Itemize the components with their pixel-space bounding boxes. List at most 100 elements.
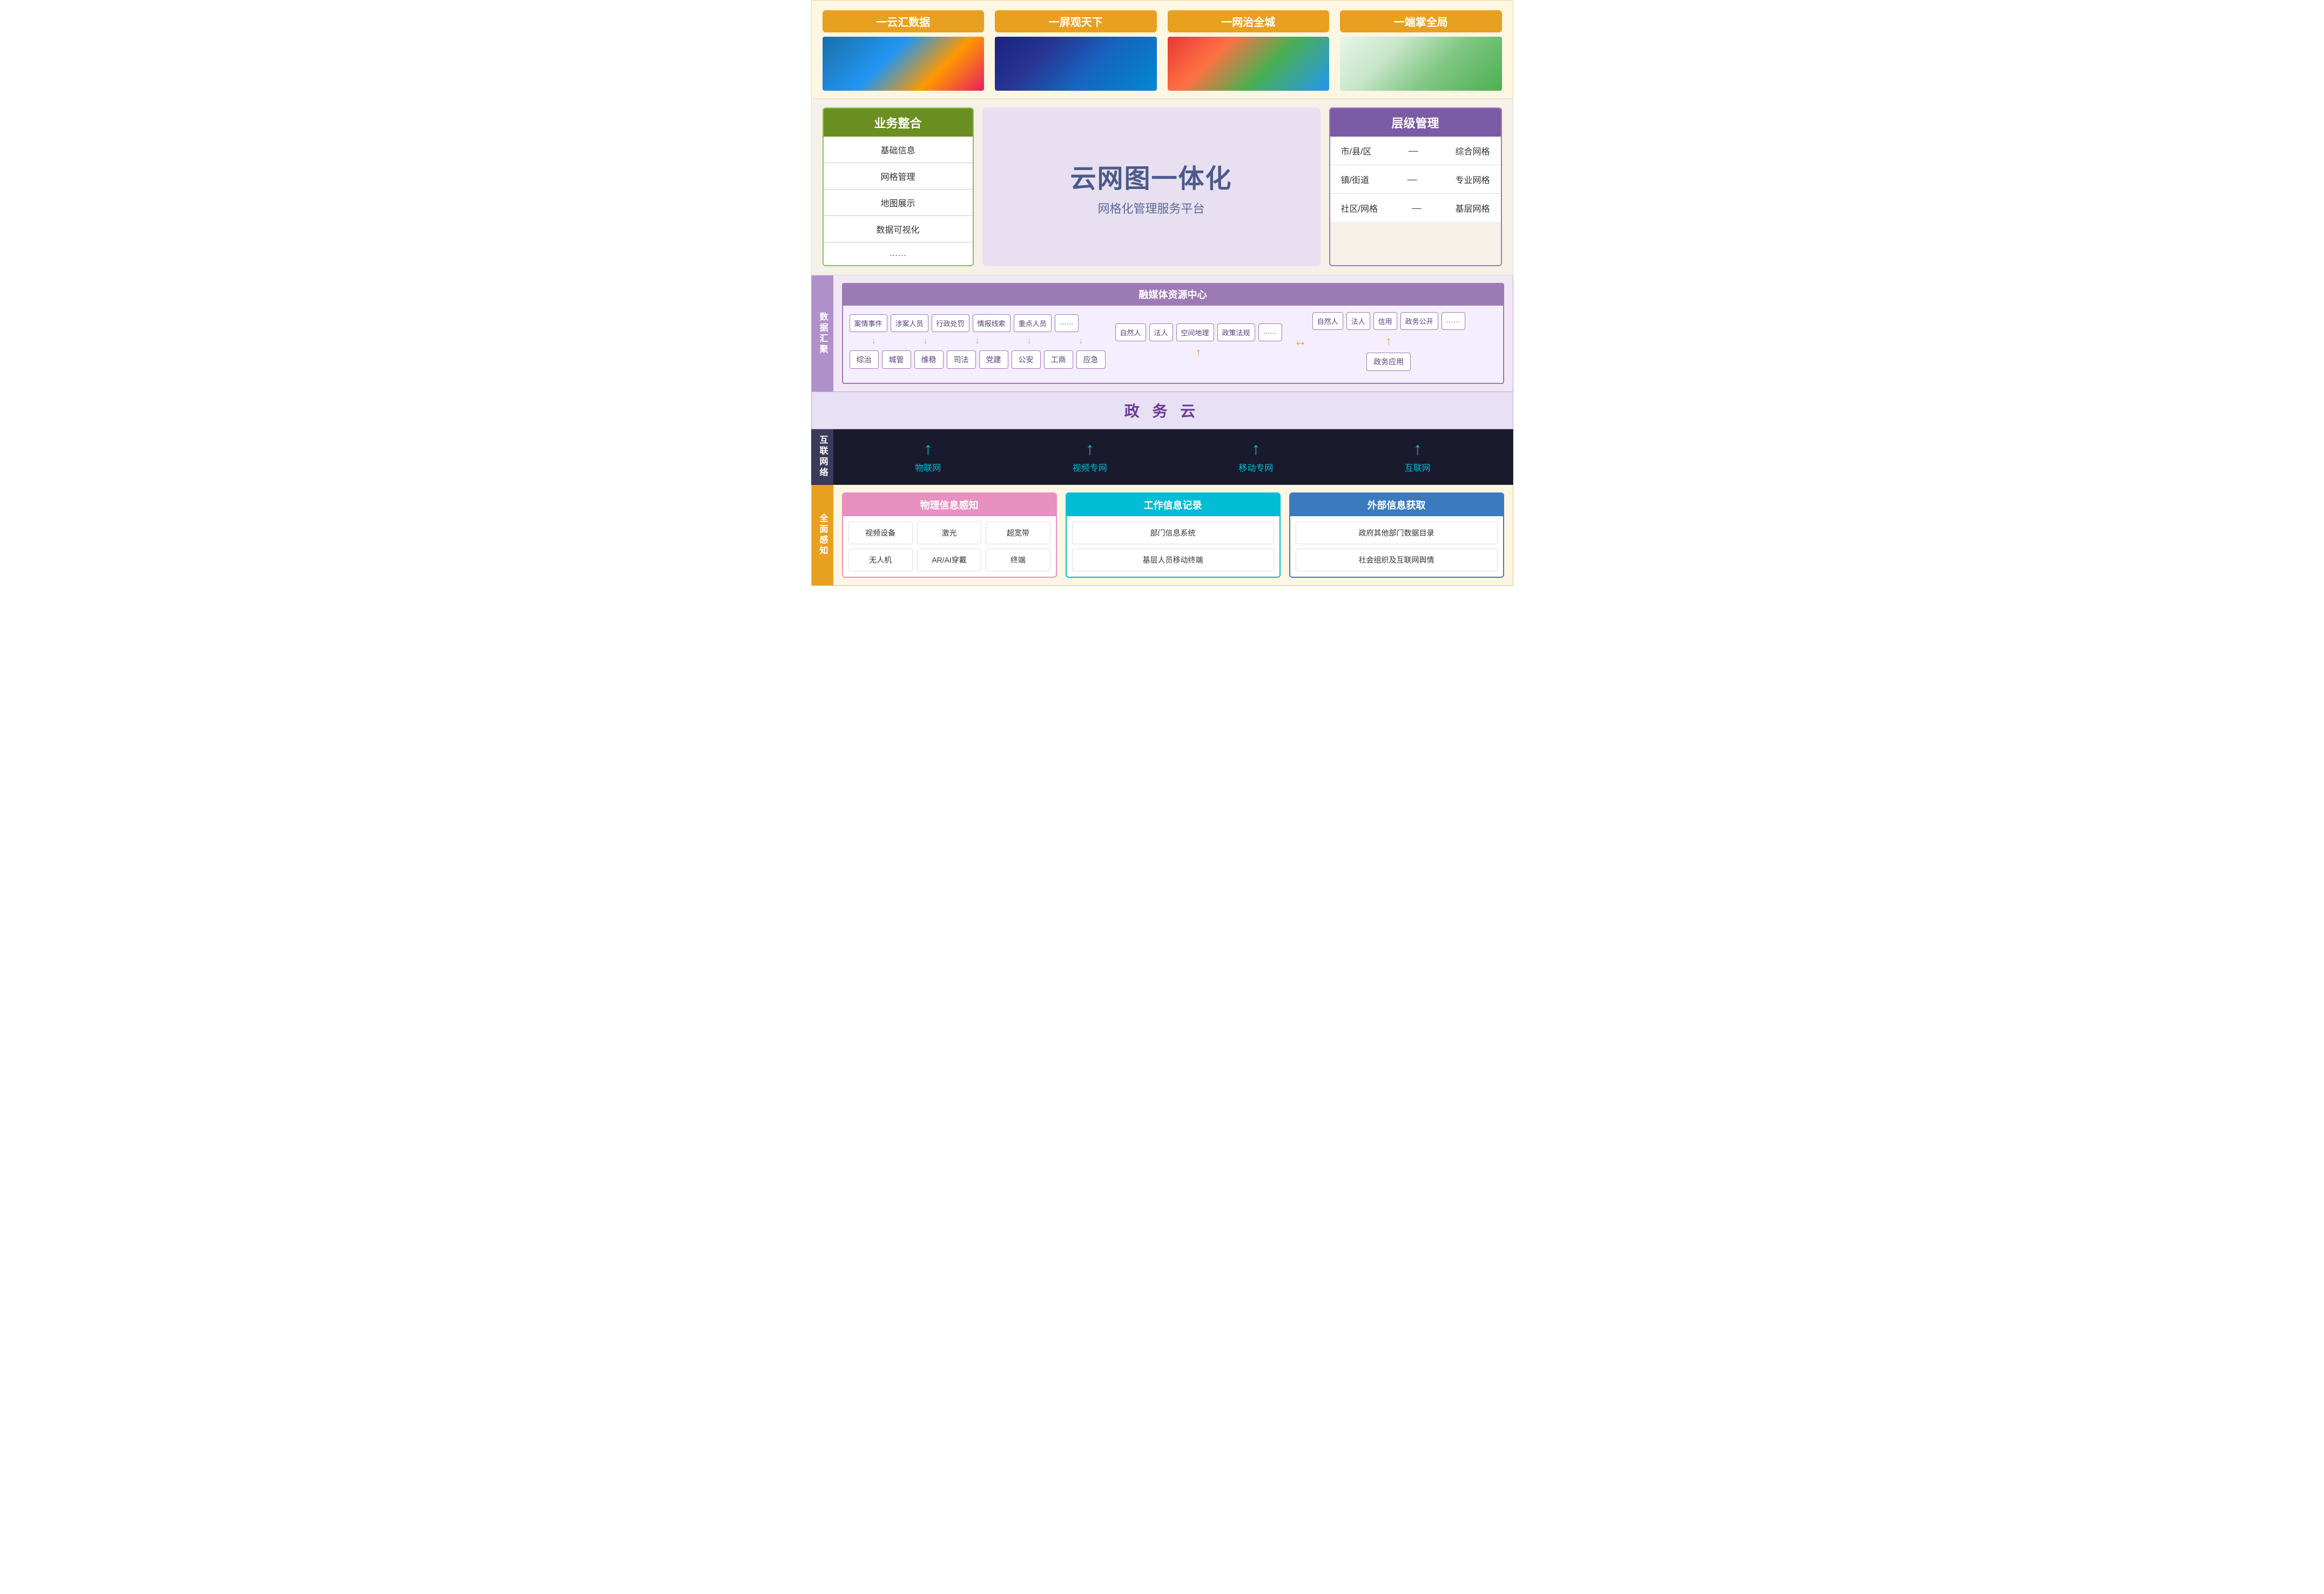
external-panel-header: 外部信息获取 bbox=[1290, 494, 1503, 516]
physical-cell-5: 终端 bbox=[986, 549, 1050, 571]
left-tag-5: …… bbox=[1055, 314, 1079, 332]
top-card-1: 一屏观天下 bbox=[995, 10, 1157, 91]
gov-cloud-title: 政 务 云 bbox=[812, 400, 1513, 421]
work-panel-header: 工作信息记录 bbox=[1067, 494, 1279, 516]
center-subtitle: 网格化管理服务平台 bbox=[1097, 199, 1204, 217]
biz-item-4: …… bbox=[824, 242, 973, 265]
middle-section: 业务整合 基础信息网格管理地图展示数据可视化…… 云网图一体化 网格化管理服务平… bbox=[811, 99, 1513, 275]
mid-tag-2: 空间地理 bbox=[1176, 323, 1214, 341]
biz-panel: 业务整合 基础信息网格管理地图展示数据可视化…… bbox=[823, 107, 974, 266]
mid-tag-4: …… bbox=[1258, 323, 1282, 341]
bottom-left-tag-3: 司法 bbox=[947, 350, 976, 369]
physical-cell-1: 激光 bbox=[917, 522, 981, 544]
network-item-1: ↑ 视频专网 bbox=[1073, 440, 1107, 474]
mid-tag-3: 政策法规 bbox=[1217, 323, 1255, 341]
mid-tag-1: 法人 bbox=[1149, 323, 1173, 341]
network-label-3: 互联网 bbox=[1405, 461, 1431, 474]
biz-item-0: 基础信息 bbox=[824, 137, 973, 163]
mid-tag-0: 自然人 bbox=[1115, 323, 1146, 341]
level-panel-header: 层级管理 bbox=[1330, 109, 1501, 137]
network-label-vertical: 互联网络 bbox=[812, 429, 833, 484]
bottom-left-tag-1: 城管 bbox=[882, 350, 911, 369]
physical-cell-4: AR/AI穿戴 bbox=[917, 549, 981, 571]
center-panel: 云网图一体化 网格化管理服务平台 bbox=[982, 107, 1321, 266]
work-item-0: 部门信息系统 bbox=[1072, 522, 1274, 544]
level-right-1: 专业网格 bbox=[1455, 173, 1490, 186]
physical-panel-body: 视频设备激光超宽带无人机AR/AI穿戴终端 bbox=[843, 516, 1056, 577]
physical-cell-3: 无人机 bbox=[848, 549, 913, 571]
bottom-left-tag-4: 党建 bbox=[979, 350, 1008, 369]
media-mid-group: 自然人法人空间地理政策法规…… ↑ bbox=[1109, 323, 1289, 360]
bottom-right-tag-0: 政务应用 bbox=[1366, 353, 1411, 371]
perception-section: 全面感知 物理信息感知 视频设备激光超宽带无人机AR/AI穿戴终端 工作信息记录… bbox=[811, 485, 1513, 586]
physical-panel: 物理信息感知 视频设备激光超宽带无人机AR/AI穿戴终端 bbox=[842, 492, 1057, 578]
bottom-left-tag-6: 工商 bbox=[1044, 350, 1073, 369]
top-card-label-1: 一屏观天下 bbox=[995, 10, 1157, 32]
network-item-0: ↑ 物联网 bbox=[915, 440, 941, 474]
media-tags-row: 案情事件涉案人员行政处罚情报线索重点人员……↓↓↓↓↓综治城管维稳司法党建公安工… bbox=[850, 312, 1497, 371]
arrow-down-left-0: ↓ bbox=[850, 336, 898, 346]
physical-cell-0: 视频设备 bbox=[848, 522, 913, 544]
left-tag-0: 案情事件 bbox=[850, 314, 887, 332]
external-panel-body: 政府其他部门数据目录社会组织及互联网舆情 bbox=[1290, 516, 1503, 577]
arrow-down-left-3: ↓ bbox=[1005, 336, 1054, 346]
network-arrow-up-3: ↑ bbox=[1413, 440, 1422, 457]
bottom-left-tag-0: 综治 bbox=[850, 350, 879, 369]
right-tag-3: 政务公开 bbox=[1400, 312, 1438, 330]
top-card-3: 一端掌全局 bbox=[1340, 10, 1502, 91]
physical-grid: 视频设备激光超宽带无人机AR/AI穿戴终端 bbox=[848, 522, 1050, 571]
perception-label-vertical: 全面感知 bbox=[812, 485, 833, 585]
media-center: 融媒体资源中心 案情事件涉案人员行政处罚情报线索重点人员……↓↓↓↓↓综治城管维… bbox=[842, 283, 1504, 384]
work-panel-body: 部门信息系统基层人员移动终端 bbox=[1067, 516, 1279, 577]
left-tag-4: 重点人员 bbox=[1014, 314, 1052, 332]
work-panel: 工作信息记录 部门信息系统基层人员移动终端 bbox=[1066, 492, 1281, 578]
external-item-0: 政府其他部门数据目录 bbox=[1296, 522, 1498, 544]
physical-panel-header: 物理信息感知 bbox=[843, 494, 1056, 516]
top-section: 一云汇数据 一屏观天下 一网治全城 一端掌全局 bbox=[811, 0, 1513, 99]
right-tag-2: 信用 bbox=[1373, 312, 1397, 330]
media-center-header: 融媒体资源中心 bbox=[842, 283, 1504, 306]
media-mid-arrow: ↑ bbox=[1115, 346, 1282, 360]
data-label-vertical: 数据汇聚 bbox=[812, 275, 833, 391]
biz-panel-header: 业务整合 bbox=[824, 109, 973, 137]
left-tag-1: 涉案人员 bbox=[891, 314, 928, 332]
right-tag-1: 法人 bbox=[1346, 312, 1370, 330]
level-dash-1: — bbox=[1369, 174, 1456, 185]
level-row-2: 社区/网格 — 基层网格 bbox=[1330, 194, 1501, 222]
biz-item-1: 网格管理 bbox=[824, 163, 973, 190]
network-arrow-up-1: ↑ bbox=[1086, 440, 1094, 457]
top-card-img-2 bbox=[1168, 37, 1330, 91]
network-label-2: 移动专网 bbox=[1238, 461, 1273, 474]
bottom-left-tag-7: 应急 bbox=[1076, 350, 1106, 369]
biz-item-3: 数据可视化 bbox=[824, 216, 973, 242]
external-item-1: 社会组织及互联网舆情 bbox=[1296, 549, 1498, 571]
perception-content: 物理信息感知 视频设备激光超宽带无人机AR/AI穿戴终端 工作信息记录 部门信息… bbox=[833, 485, 1513, 585]
work-item-1: 基层人员移动终端 bbox=[1072, 549, 1274, 571]
level-dash-2: — bbox=[1378, 202, 1456, 214]
center-title: 云网图一体化 bbox=[1070, 157, 1232, 195]
physical-cell-2: 超宽带 bbox=[986, 522, 1050, 544]
media-right-arrow: ↑ bbox=[1312, 334, 1465, 348]
level-right-0: 综合网格 bbox=[1455, 144, 1490, 157]
media-left-group: 案情事件涉案人员行政处罚情报线索重点人员……↓↓↓↓↓综治城管维稳司法党建公安工… bbox=[850, 314, 1106, 369]
network-item-2: ↑ 移动专网 bbox=[1238, 440, 1273, 474]
top-card-img-0 bbox=[823, 37, 985, 91]
bottom-left-tag-2: 维稳 bbox=[914, 350, 944, 369]
right-tag-0: 自然人 bbox=[1312, 312, 1343, 330]
left-tag-2: 行政处罚 bbox=[932, 314, 969, 332]
top-card-label-0: 一云汇数据 bbox=[823, 10, 985, 32]
top-card-img-3 bbox=[1340, 37, 1502, 91]
network-arrow-up-2: ↑ bbox=[1251, 440, 1260, 457]
media-center-body: 案情事件涉案人员行政处罚情报线索重点人员……↓↓↓↓↓综治城管维稳司法党建公安工… bbox=[842, 306, 1504, 384]
level-left-2: 社区/网格 bbox=[1341, 201, 1378, 214]
bottom-left-tag-5: 公安 bbox=[1012, 350, 1041, 369]
biz-item-2: 地图展示 bbox=[824, 190, 973, 216]
arrow-down-left-1: ↓ bbox=[901, 336, 950, 346]
media-right-group: 自然人法人信用政务公开……↑政务应用 bbox=[1312, 312, 1465, 371]
level-left-0: 市/县/区 bbox=[1341, 144, 1372, 157]
level-panel: 层级管理 市/县/区 — 综合网格 镇/街道 — 专业网格 社区/网格 — 基层… bbox=[1329, 107, 1502, 266]
gov-cloud-section: 政 务 云 bbox=[811, 392, 1513, 429]
left-tag-3: 情报线索 bbox=[973, 314, 1011, 332]
media-arrow-right: ↔ bbox=[1294, 334, 1307, 349]
data-section: 数据汇聚 融媒体资源中心 案情事件涉案人员行政处罚情报线索重点人员……↓↓↓↓↓… bbox=[811, 275, 1513, 392]
